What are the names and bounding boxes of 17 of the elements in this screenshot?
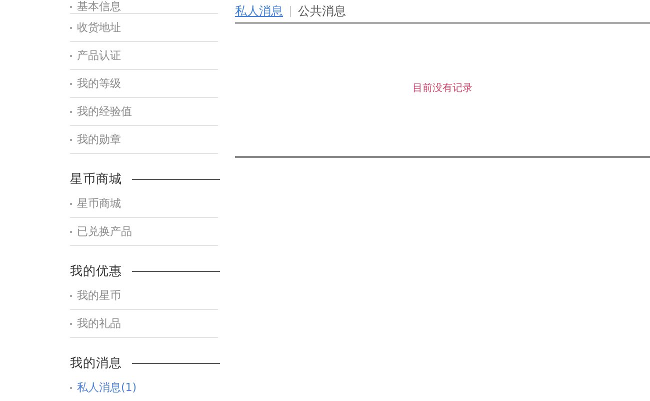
- sidebar-item[interactable]: 已兑换产品: [77, 225, 132, 238]
- sidebar-item[interactable]: 产品认证: [77, 49, 121, 62]
- section-title: 我的优惠: [70, 262, 122, 280]
- sidebar-item[interactable]: 星币商城: [77, 197, 121, 210]
- sidebar-item[interactable]: 我的星币: [77, 289, 121, 302]
- section-title: 我的消息: [70, 354, 122, 372]
- empty-message: 目前没有记录: [412, 82, 472, 94]
- sidebar-item[interactable]: 我的等级: [77, 77, 121, 90]
- sidebar-item[interactable]: 我的勋章: [77, 133, 121, 146]
- sidebar-item[interactable]: 我的经验值: [77, 105, 132, 118]
- sidebar-item[interactable]: 私人消息(1): [77, 381, 137, 394]
- section-title: 星币商城: [70, 170, 122, 188]
- tab[interactable]: 私人消息: [235, 2, 283, 20]
- sidebar-item[interactable]: 收货地址: [77, 21, 121, 34]
- sidebar-item[interactable]: 基本信息: [77, 0, 121, 13]
- tab[interactable]: 公共消息: [298, 2, 346, 20]
- sidebar-item[interactable]: 我的礼品: [77, 317, 121, 330]
